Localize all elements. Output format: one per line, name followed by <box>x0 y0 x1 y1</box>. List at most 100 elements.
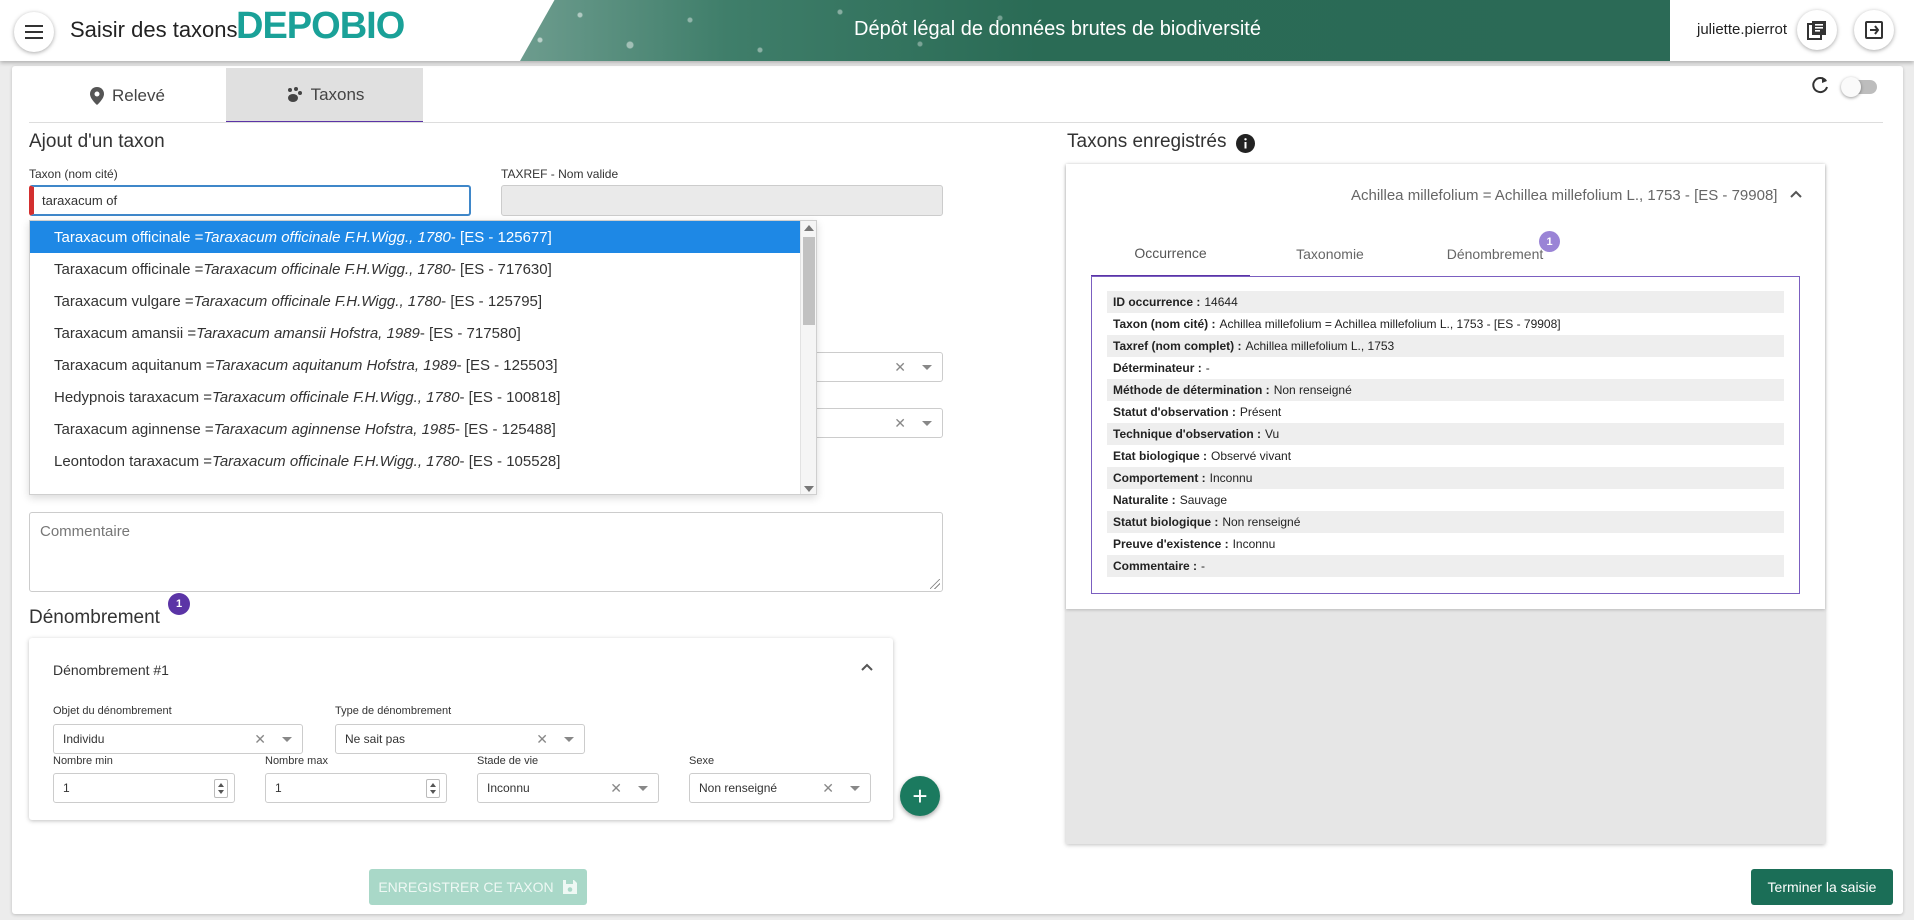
toggle-switch[interactable] <box>1841 77 1877 97</box>
tab-occurrence[interactable]: Occurrence <box>1091 231 1250 277</box>
dropdown-option[interactable]: Hedypnois taraxacum = Taraxacum officina… <box>30 381 801 413</box>
detail-row: Naturalite : Sauvage <box>1113 493 1228 507</box>
detail-row: ID occurrence :14644 <box>1107 291 1784 313</box>
info-icon[interactable] <box>1236 134 1255 153</box>
map-marker-icon <box>90 86 105 105</box>
logout-icon <box>1865 21 1883 39</box>
clear-icon[interactable]: ✕ <box>822 780 834 797</box>
clear-icon[interactable]: ✕ <box>610 780 622 797</box>
detail-row: Comportement : Inconnu <box>1107 467 1784 489</box>
dropdown-option[interactable]: Taraxacum aquitanum = Taraxacum aquitanu… <box>30 349 801 381</box>
max-input[interactable]: 1 <box>265 773 447 803</box>
taxon-detail-tabs: Occurrence Taxonomie Dénombrement <box>1091 231 1580 277</box>
save-taxon-button[interactable]: ENREGISTRER CE TAXON <box>369 869 587 905</box>
sexe-value: Non renseigné <box>699 781 778 795</box>
dropdown-option[interactable]: Leontodon taraxacum = Taraxacum officina… <box>30 445 801 477</box>
user-name[interactable]: juliette.pierrot <box>1697 21 1787 38</box>
app-title: Saisir des taxons <box>70 17 238 42</box>
denombrement-title: Dénombrement <box>29 607 160 628</box>
tab-taxonomie[interactable]: Taxonomie <box>1250 231 1410 277</box>
stade-select[interactable]: Inconnu ✕ <box>477 773 659 803</box>
denombrement-card: Dénombrement #1 Objet du dénombrement In… <box>29 638 893 820</box>
taxon-card-header[interactable]: Achillea millefolium = Achillea millefol… <box>1351 187 1777 204</box>
scroll-up-icon[interactable] <box>804 225 814 231</box>
taxref-label: TAXREF - Nom valide <box>501 167 619 181</box>
clear-icon[interactable]: ✕ <box>254 731 266 748</box>
comment-textarea[interactable]: Commentaire <box>29 512 943 592</box>
tab-taxons[interactable]: Taxons <box>226 68 423 123</box>
chevron-up-icon[interactable] <box>860 662 874 672</box>
detail-row: Technique d'observation : Vu <box>1107 423 1784 445</box>
plus-icon: + <box>912 780 928 811</box>
denombrement-card-title: Dénombrement #1 <box>53 662 169 678</box>
type-select[interactable]: Ne sait pas ✕ <box>335 724 585 754</box>
detail-row: Etat biologique : Observé vivant <box>1113 449 1292 463</box>
resize-grip-icon[interactable] <box>930 579 940 589</box>
registered-taxa-title: Taxons enregistrés <box>1067 131 1227 152</box>
sexe-label: Sexe <box>689 755 715 767</box>
library-books-icon <box>1807 21 1826 40</box>
detail-row: Méthode de détermination : Non renseigné <box>1107 379 1784 401</box>
paw-icon <box>287 86 302 102</box>
scroll-thumb[interactable] <box>803 237 815 325</box>
detail-row: Statut biologique : Non renseigné <box>1107 511 1784 533</box>
detail-row: Taxref (nom complet) : Achillea millefoli… <box>1107 335 1784 357</box>
min-label: Nombre min <box>53 755 113 767</box>
logout-button[interactable] <box>1854 10 1894 50</box>
clear-icon[interactable]: ✕ <box>894 359 906 376</box>
chevron-down-icon <box>922 365 932 370</box>
detail-row: Déterminateur :- <box>1113 361 1210 375</box>
add-taxon-title: Ajout d'un taxon <box>29 131 165 152</box>
dropdown-option[interactable]: Taraxacum amansii = Taraxacum amansii Ho… <box>30 317 801 349</box>
add-denombrement-button[interactable]: + <box>900 776 940 816</box>
chevron-down-icon <box>638 786 648 791</box>
chevron-down-icon <box>282 737 292 742</box>
dropdown-option[interactable]: Taraxacum officinale = Taraxacum officin… <box>30 221 801 253</box>
menu-button[interactable] <box>14 12 54 52</box>
stade-value: Inconnu <box>487 781 530 795</box>
dropdown-option[interactable]: Taraxacum aginnense = Taraxacum aginnens… <box>30 413 801 445</box>
documents-button[interactable] <box>1797 10 1837 50</box>
denombrement-count-badge: 1 <box>168 593 190 615</box>
stepper-icon[interactable] <box>214 779 228 798</box>
type-label: Type de dénombrement <box>335 705 452 717</box>
taxon-autocomplete-dropdown: Taraxacum officinale = Taraxacum officin… <box>29 220 817 495</box>
detail-row: Taxon (nom cité) : Achillea millefolium =… <box>1113 317 1561 331</box>
max-value: 1 <box>275 781 282 795</box>
form-tabs: Relevé Taxons <box>29 68 423 123</box>
detail-row: Statut d'observation : Présent <box>1113 405 1282 419</box>
stepper-icon[interactable] <box>426 779 440 798</box>
sexe-select[interactable]: Non renseigné ✕ <box>689 773 871 803</box>
objet-select[interactable]: Individu ✕ <box>53 724 303 754</box>
detail-row: Preuve d'existence : Inconnu <box>1113 537 1276 551</box>
objet-value: Individu <box>63 732 105 746</box>
tab-releve[interactable]: Relevé <box>29 68 226 123</box>
banner-title: Dépôt légal de données brutes de biodive… <box>854 18 1261 40</box>
finish-entry-button[interactable]: Terminer la saisie <box>1751 869 1893 905</box>
occurrence-details: ID occurrence :14644 Taxon (nom cité) :A… <box>1091 276 1800 594</box>
tab-denombrement-badge: 1 <box>1539 231 1560 252</box>
taxon-label: Taxon (nom cité) <box>29 167 118 181</box>
refresh-button[interactable] <box>1810 75 1830 100</box>
objet-label: Objet du dénombrement <box>53 705 172 717</box>
dropdown-scrollbar[interactable] <box>800 221 816 494</box>
stade-label: Stade de vie <box>477 755 539 767</box>
clear-icon[interactable]: ✕ <box>536 731 548 748</box>
scroll-down-icon[interactable] <box>804 486 814 492</box>
refresh-icon <box>1812 77 1828 94</box>
tab-taxons-label: Taxons <box>310 84 365 104</box>
clear-icon[interactable]: ✕ <box>894 415 906 432</box>
dropdown-option[interactable]: Taraxacum vulgare = Taraxacum officinale… <box>30 285 801 317</box>
min-input[interactable]: 1 <box>53 773 235 803</box>
save-taxon-label: ENREGISTRER CE TAXON <box>378 879 554 895</box>
chevron-down-icon <box>850 786 860 791</box>
taxon-input[interactable]: taraxacum of <box>29 185 471 216</box>
chevron-up-icon[interactable] <box>1789 189 1803 199</box>
tabs-divider <box>29 122 1883 123</box>
dropdown-option[interactable]: Taraxacum officinale = Taraxacum officin… <box>30 253 801 285</box>
chevron-down-icon <box>564 737 574 742</box>
comment-placeholder: Commentaire <box>40 523 131 540</box>
chevron-down-icon <box>922 421 932 426</box>
min-value: 1 <box>63 781 70 795</box>
type-value: Ne sait pas <box>345 732 406 746</box>
